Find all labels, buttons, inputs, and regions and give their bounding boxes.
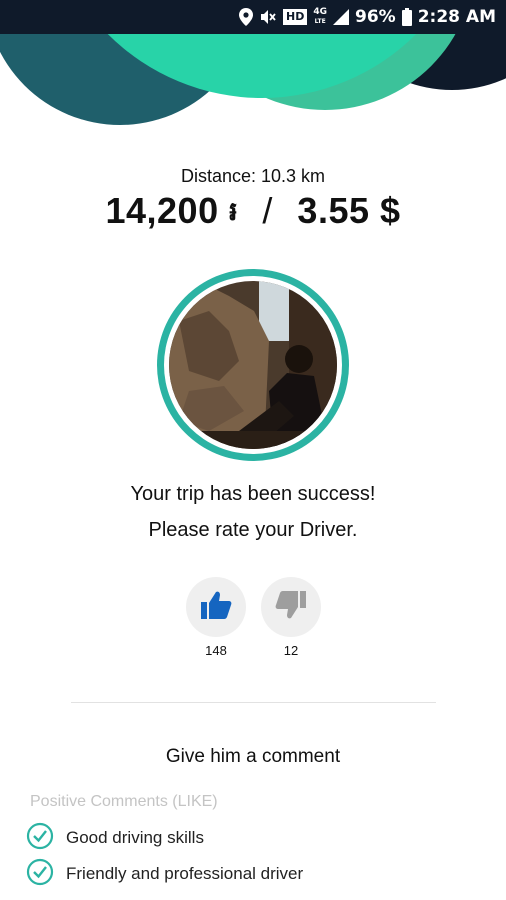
divider xyxy=(71,702,436,703)
rate-prompt: Please rate your Driver. xyxy=(148,519,358,541)
success-message: Your trip has been success! xyxy=(130,483,376,505)
network-sub-label: LTE xyxy=(314,18,326,25)
check-circle-icon xyxy=(26,822,54,855)
clock: 2:28 AM xyxy=(417,7,496,27)
positive-comments-label: Positive Comments (LIKE) xyxy=(30,793,218,810)
network-label: 4G xyxy=(313,7,328,17)
dislike-button[interactable] xyxy=(261,577,321,637)
like-button[interactable] xyxy=(186,577,246,637)
trip-distance: Distance: 10.3 km xyxy=(180,166,326,186)
thumbs-down-icon xyxy=(275,590,307,625)
fare-riel: 14,200 xyxy=(105,190,219,231)
dislike-count: 12 xyxy=(283,643,299,658)
mute-icon xyxy=(259,8,277,26)
fare-separator: / xyxy=(262,190,273,231)
thumbs-up-icon xyxy=(200,590,232,625)
trip-fare: 14,200 ៛ / 3.55 $ xyxy=(0,190,506,233)
comment-option-label: Friendly and professional driver xyxy=(66,864,304,883)
driver-photo xyxy=(169,281,337,449)
comment-option[interactable]: Friendly and professional driver xyxy=(26,858,304,891)
comment-title: Give him a comment xyxy=(165,746,341,767)
location-icon xyxy=(239,8,254,26)
network-type: 4G LTE xyxy=(313,8,327,26)
fare-usd: 3.55 $ xyxy=(297,190,401,231)
comment-option[interactable]: Good driving skills xyxy=(26,822,204,855)
battery-percent: 96% xyxy=(355,7,396,27)
comment-option-label: Good driving skills xyxy=(66,828,204,847)
check-circle-icon xyxy=(26,858,54,891)
status-bar: HD 4G LTE 96% 2:28 AM xyxy=(0,0,506,34)
driver-avatar xyxy=(157,269,349,461)
riel-symbol: ៛ xyxy=(229,196,238,226)
like-count: 148 xyxy=(205,643,227,658)
hd-badge: HD xyxy=(283,9,308,25)
battery-icon xyxy=(401,8,412,26)
signal-icon xyxy=(333,9,350,25)
